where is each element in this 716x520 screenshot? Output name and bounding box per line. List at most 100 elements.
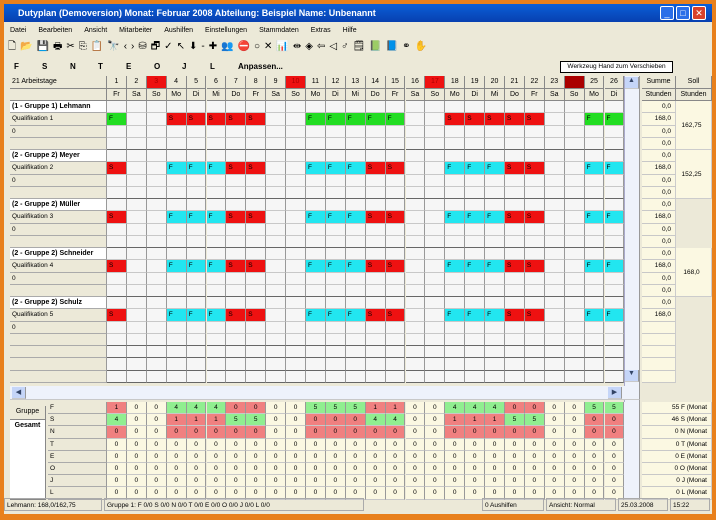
pointer-icon[interactable]: ↖ (177, 39, 185, 55)
shift-cell[interactable] (166, 346, 187, 359)
shift-cell[interactable] (524, 321, 545, 334)
shift-cell[interactable] (365, 358, 386, 371)
shift-cell[interactable] (425, 272, 446, 285)
shift-cell[interactable] (544, 297, 565, 310)
shift-cell[interactable] (146, 186, 167, 199)
shift-button-T[interactable]: T (88, 60, 116, 74)
shift-cell[interactable] (425, 125, 446, 138)
shift-cell[interactable] (146, 248, 167, 261)
shift-cell[interactable] (146, 333, 167, 346)
shift-cell[interactable] (286, 309, 306, 322)
employee-name[interactable]: (2 - Gruppe 2) Schneider (10, 248, 107, 261)
shift-cell[interactable]: S (246, 211, 267, 224)
shift-cell[interactable] (345, 370, 366, 383)
shift-cell[interactable] (226, 101, 247, 114)
shift-cell[interactable] (564, 333, 585, 346)
shift-cell[interactable] (564, 174, 585, 187)
shift-cell[interactable] (465, 199, 486, 212)
close-button[interactable]: ✕ (692, 6, 706, 20)
shift-cell[interactable] (246, 358, 267, 371)
shift-cell[interactable] (286, 321, 306, 334)
shift-cell[interactable] (564, 346, 585, 359)
shift-cell[interactable]: F (445, 211, 466, 224)
shift-cell[interactable] (564, 358, 585, 371)
shift-cell[interactable] (325, 186, 346, 199)
shift-cell[interactable] (425, 284, 446, 297)
shift-cell[interactable] (107, 346, 127, 359)
shift-cell[interactable] (405, 211, 426, 224)
day-header[interactable]: 15 (385, 76, 406, 89)
shift-cell[interactable] (544, 162, 565, 175)
shift-cell[interactable] (345, 199, 366, 212)
shift-cell[interactable] (107, 235, 127, 248)
shift-cell[interactable]: F (306, 309, 326, 322)
shift-cell[interactable] (445, 358, 466, 371)
shift-cell[interactable] (584, 101, 605, 114)
shift-cell[interactable] (445, 370, 466, 383)
shift-cell[interactable] (246, 321, 267, 334)
shift-cell[interactable] (206, 125, 227, 138)
back-icon[interactable]: ⇦ (317, 39, 325, 55)
shift-cell[interactable] (485, 235, 505, 248)
shift-cell[interactable]: F (206, 309, 227, 322)
shift-cell[interactable] (425, 199, 446, 212)
shift-cell[interactable] (325, 358, 346, 371)
shift-cell[interactable] (604, 137, 625, 150)
shift-cell[interactable]: F (604, 162, 625, 175)
scroll-up-icon[interactable]: ▲ (625, 77, 639, 89)
shift-cell[interactable] (246, 346, 267, 359)
shift-cell[interactable] (405, 235, 426, 248)
shift-cell[interactable] (266, 199, 287, 212)
shift-cell[interactable] (286, 260, 306, 273)
shift-cell[interactable] (445, 174, 466, 187)
shift-cell[interactable] (365, 346, 386, 359)
shift-cell[interactable]: S (524, 162, 545, 175)
next-icon[interactable]: ♂ (341, 39, 349, 55)
shift-cell[interactable]: S (107, 309, 127, 322)
shift-cell[interactable] (246, 199, 267, 212)
shift-cell[interactable] (107, 223, 127, 236)
shift-cell[interactable] (345, 272, 366, 285)
shift-cell[interactable] (306, 346, 326, 359)
shift-cell[interactable] (425, 235, 446, 248)
shift-cell[interactable] (544, 346, 565, 359)
shift-cell[interactable] (485, 370, 505, 383)
shift-cell[interactable] (445, 272, 466, 285)
shift-cell[interactable] (126, 113, 147, 126)
shift-cell[interactable] (166, 272, 187, 285)
shift-cell[interactable] (485, 199, 505, 212)
shift-cell[interactable] (286, 272, 306, 285)
shift-cell[interactable] (206, 223, 227, 236)
shift-cell[interactable]: F (206, 260, 227, 273)
shift-cell[interactable] (445, 125, 466, 138)
shift-cell[interactable] (166, 235, 187, 248)
shift-cell[interactable] (266, 321, 287, 334)
shift-cell[interactable] (465, 284, 486, 297)
shift-cell[interactable]: S (365, 162, 386, 175)
shift-cell[interactable] (146, 272, 167, 285)
shift-cell[interactable] (266, 297, 287, 310)
shift-cell[interactable]: F (465, 211, 486, 224)
shift-cell[interactable] (126, 235, 147, 248)
shift-cell[interactable] (604, 346, 625, 359)
day-header[interactable]: 14 (365, 76, 386, 89)
shift-cell[interactable] (485, 321, 505, 334)
shift-cell[interactable] (306, 174, 326, 187)
day-header[interactable]: 16 (405, 76, 426, 89)
plus-icon[interactable]: ✚ (209, 39, 217, 55)
shift-cell[interactable] (465, 125, 486, 138)
shift-cell[interactable] (524, 284, 545, 297)
shift-cell[interactable] (166, 358, 187, 371)
employee-name[interactable] (10, 346, 107, 359)
shift-cell[interactable] (146, 199, 167, 212)
shift-cell[interactable] (365, 125, 386, 138)
shift-cell[interactable]: S (385, 309, 406, 322)
shift-cell[interactable] (286, 125, 306, 138)
shift-cell[interactable] (524, 199, 545, 212)
shift-cell[interactable] (405, 284, 426, 297)
shift-cell[interactable] (584, 272, 605, 285)
shift-cell[interactable]: F (186, 211, 207, 224)
shift-cell[interactable] (524, 235, 545, 248)
shift-cell[interactable] (365, 150, 386, 163)
shift-cell[interactable] (425, 309, 446, 322)
